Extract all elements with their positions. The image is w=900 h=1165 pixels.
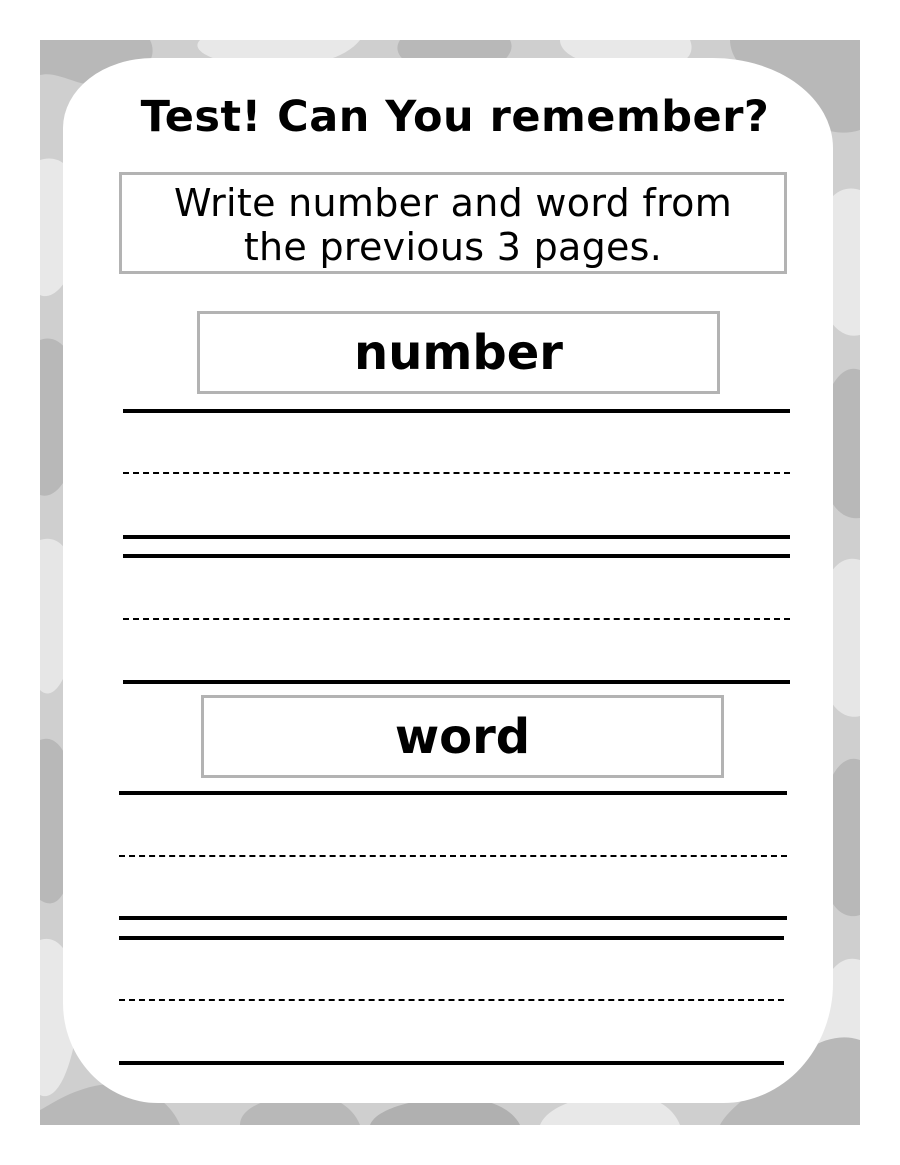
- word-writing-line-mid-2[interactable]: [119, 999, 784, 1001]
- word-writing-line-base-1[interactable]: [119, 916, 787, 920]
- word-writing-line-base-2[interactable]: [119, 1061, 784, 1065]
- word-label-box: word: [201, 695, 724, 778]
- word-label: word: [394, 708, 531, 765]
- number-writing-line-top-1[interactable]: [123, 409, 790, 413]
- number-label: number: [354, 324, 563, 381]
- instructions-line-2: the previous 3 pages.: [243, 225, 663, 269]
- word-writing-line-top-2[interactable]: [119, 936, 784, 940]
- word-writing-line-top-1[interactable]: [119, 791, 787, 795]
- number-writing-line-mid-1[interactable]: [123, 472, 790, 474]
- number-label-box: number: [197, 311, 720, 394]
- instructions-box: Write number and word from the previous …: [119, 172, 787, 274]
- number-writing-line-base-1[interactable]: [123, 535, 790, 539]
- number-writing-line-mid-2[interactable]: [123, 618, 790, 620]
- word-writing-line-mid-1[interactable]: [119, 855, 787, 857]
- number-writing-line-base-2[interactable]: [123, 680, 790, 684]
- instructions-line-1: Write number and word from: [173, 181, 733, 225]
- page-title: Test! Can You remember?: [140, 92, 770, 142]
- number-writing-line-top-2[interactable]: [123, 554, 790, 558]
